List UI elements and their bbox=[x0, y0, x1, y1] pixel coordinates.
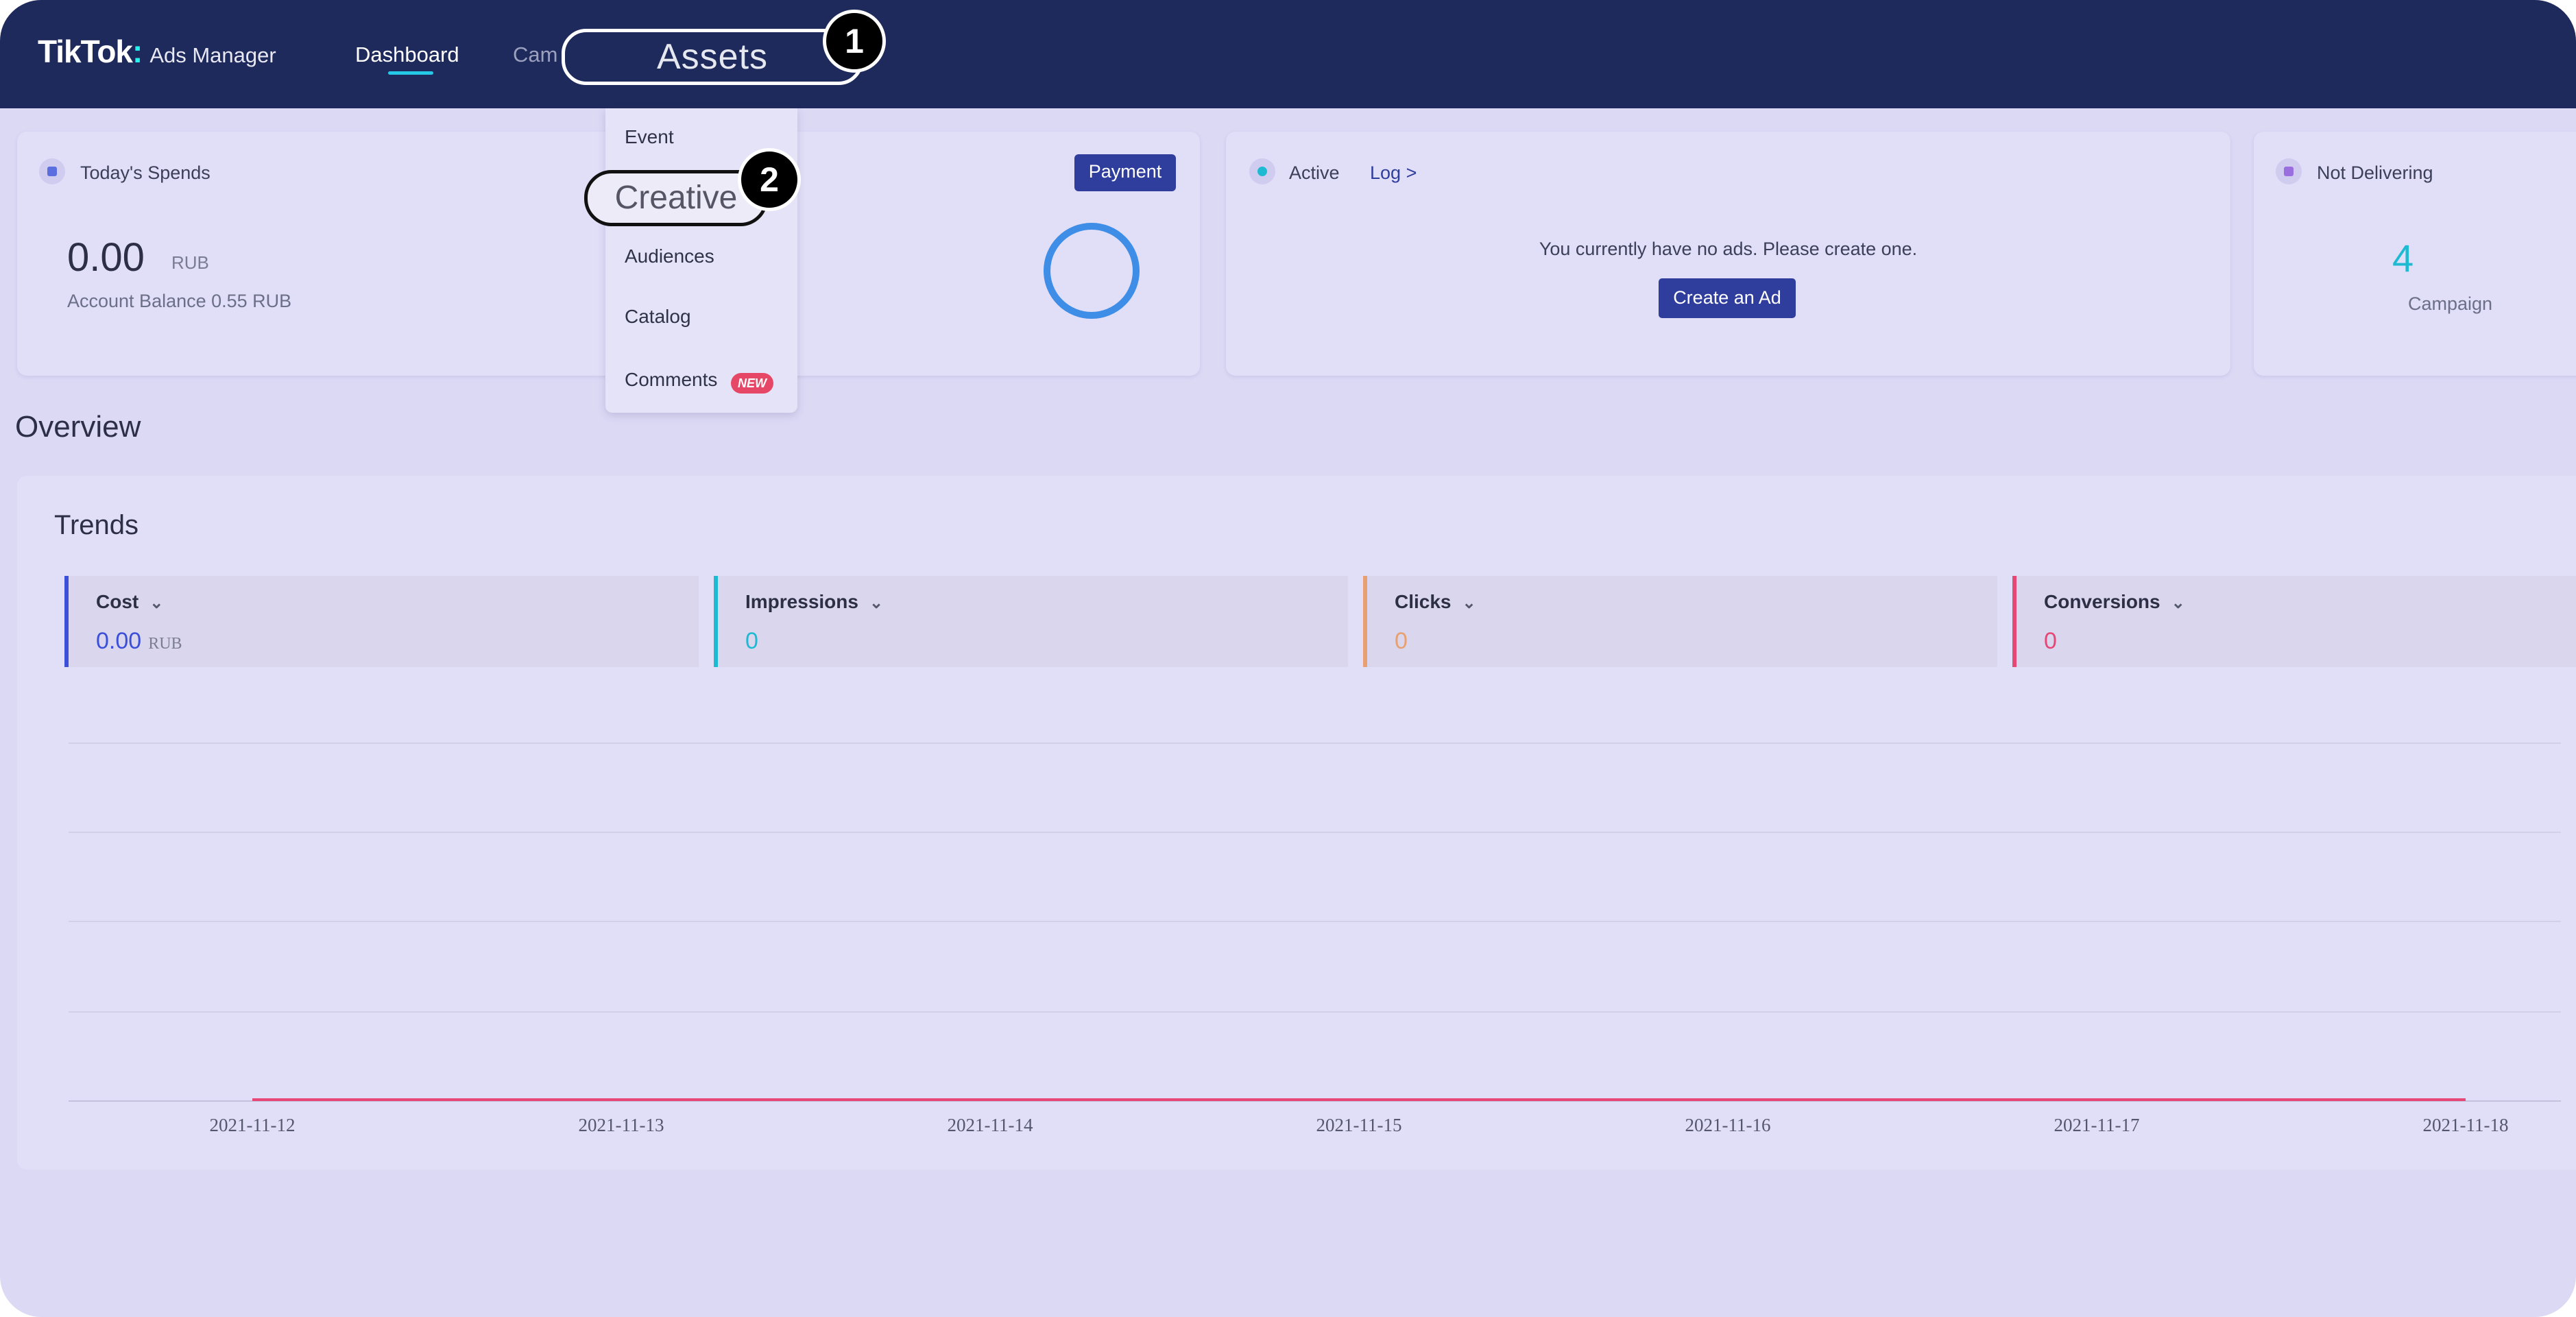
spend-unit: RUB bbox=[171, 252, 209, 273]
spends-icon bbox=[39, 158, 65, 184]
log-link-label: Log bbox=[1370, 162, 1401, 183]
x-tick-label: 2021-11-15 bbox=[1316, 1115, 1402, 1135]
trends-card: Trends Cost ⌄ 0.00 RUB Impressions ⌄ 0 Clic… bbox=[17, 476, 2576, 1170]
x-tick-label: 2021-11-17 bbox=[2054, 1115, 2140, 1135]
trends-line-chart: 2021-11-12 2021-11-13 2021-11-14 2021-11-15… bbox=[69, 742, 2561, 1135]
nav-campaign[interactable]: Cam bbox=[513, 43, 557, 67]
campaign-count[interactable]: 4 bbox=[2392, 236, 2414, 280]
payment-button[interactable]: Payment bbox=[1074, 154, 1176, 191]
x-tick-label: 2021-11-12 bbox=[210, 1115, 296, 1135]
not-delivering-title: Not Delivering bbox=[2317, 162, 2433, 183]
x-tick-label: 2021-11-18 bbox=[2423, 1115, 2509, 1135]
nav-assets[interactable]: Assets bbox=[562, 29, 863, 85]
active-status-label: Active bbox=[1289, 162, 1340, 183]
nav-active-indicator bbox=[388, 71, 433, 75]
active-status-icon bbox=[1249, 158, 1275, 184]
logo-dot: : bbox=[132, 34, 143, 69]
menu-item-comments[interactable]: Comments bbox=[625, 369, 717, 391]
spends-title: Today's Spends bbox=[80, 162, 210, 183]
x-tick-label: 2021-11-14 bbox=[948, 1115, 1033, 1135]
new-badge: NEW bbox=[731, 373, 773, 394]
loading-ring-icon bbox=[1044, 223, 1140, 319]
app-window: TikTok: Ads Manager Dashboard Cam Assets … bbox=[0, 0, 2576, 1317]
nav-dashboard[interactable]: Dashboard bbox=[355, 43, 459, 67]
step-badge-1: 1 bbox=[823, 10, 886, 73]
logo-brand: TikTok bbox=[38, 34, 133, 69]
no-ads-message: You currently have no ads. Please create… bbox=[1539, 239, 1918, 259]
tiktok-ads-logo[interactable]: TikTok: Ads Manager bbox=[38, 33, 276, 70]
overview-title: Overview bbox=[15, 410, 141, 444]
spend-value: 0.00 bbox=[67, 235, 145, 280]
not-delivering-card: Not Delivering 4 Campaign bbox=[2254, 132, 2576, 376]
log-link[interactable]: Log > bbox=[1370, 162, 1417, 184]
active-ads-card: Active Log > You currently have no ads. … bbox=[1226, 132, 2230, 376]
menu-item-catalog[interactable]: Catalog bbox=[625, 306, 691, 328]
campaign-label: Campaign bbox=[2408, 293, 2493, 314]
chevron-right-icon: > bbox=[1406, 162, 1417, 183]
step-badge-2: 2 bbox=[738, 148, 801, 211]
not-delivering-icon bbox=[2276, 158, 2302, 184]
x-tick-label: 2021-11-16 bbox=[1685, 1115, 1771, 1135]
logo-product: Ads Manager bbox=[149, 43, 276, 67]
menu-item-audiences[interactable]: Audiences bbox=[625, 245, 714, 267]
x-tick-label: 2021-11-13 bbox=[579, 1115, 664, 1135]
top-nav-bar: TikTok: Ads Manager Dashboard Cam Assets … bbox=[0, 0, 2576, 108]
account-balance: Account Balance 0.55 RUB bbox=[67, 291, 292, 311]
menu-item-event[interactable]: Event bbox=[625, 126, 674, 148]
create-ad-button[interactable]: Create an Ad bbox=[1659, 278, 1796, 318]
